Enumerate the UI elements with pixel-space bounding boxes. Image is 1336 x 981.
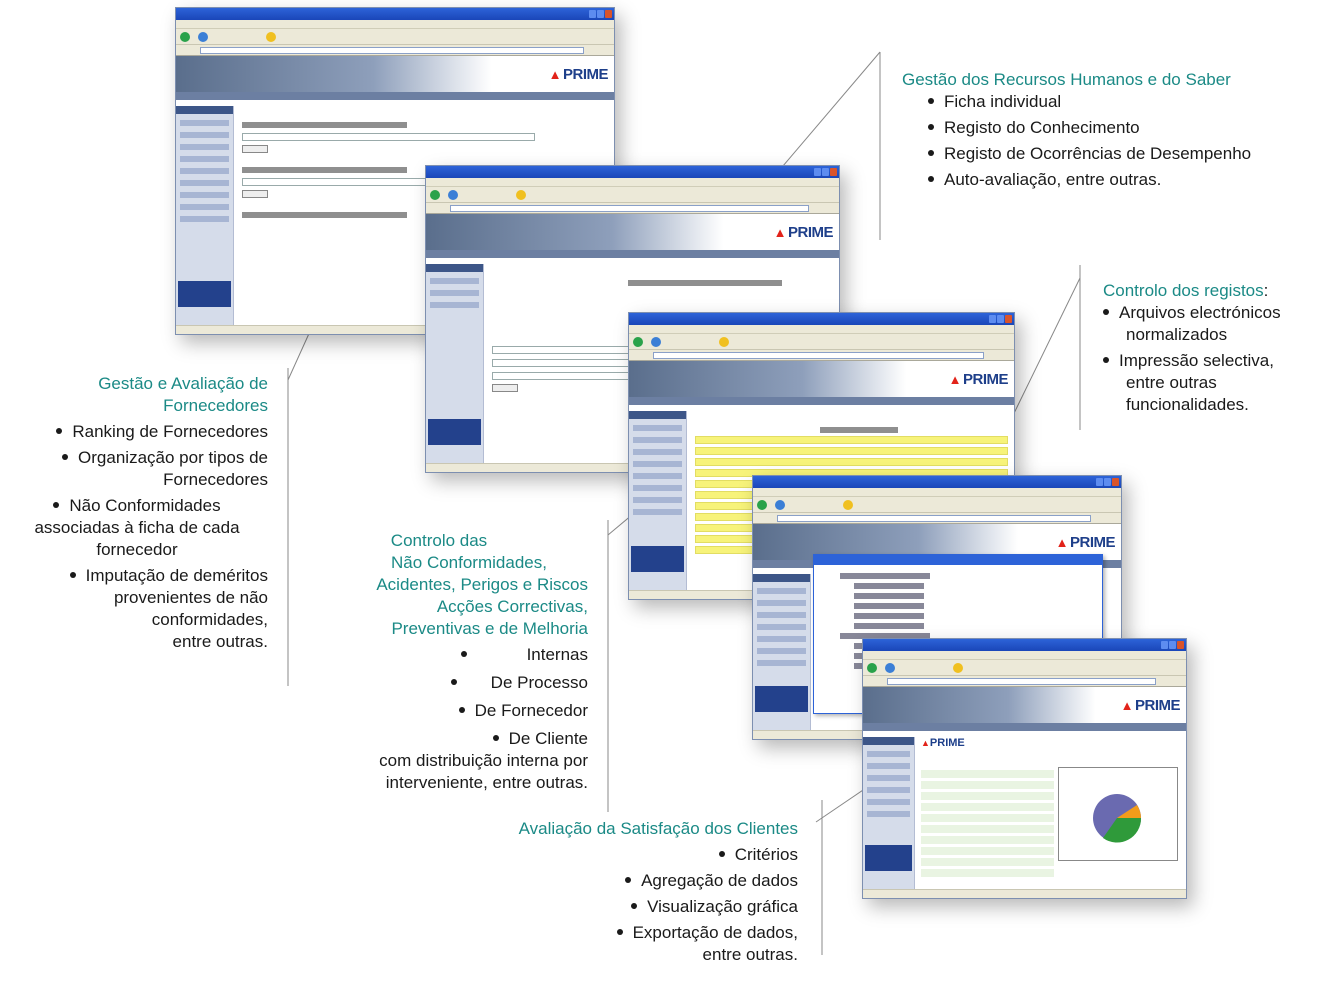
window-titlebar xyxy=(863,639,1186,651)
address-bar xyxy=(629,350,1014,361)
list-item: De Processo xyxy=(310,672,588,694)
screenshot-window-5: ▲ PRIME ▲PRIME xyxy=(862,638,1187,899)
status-bar xyxy=(863,889,1186,898)
annotation-nao-conformidades: Controlo das Não Conformidades, Acidente… xyxy=(310,530,588,794)
list-item: Registo do Conhecimento xyxy=(928,117,1251,139)
annotation-fornecedores: Gestão e Avaliação de Fornecedores Rankin… xyxy=(0,373,268,653)
list-item: Critérios xyxy=(420,844,798,866)
browser-toolbar xyxy=(863,660,1186,676)
annotation-title: Controlo dos registos: xyxy=(1103,281,1269,300)
list-item: De Fornecedor xyxy=(310,700,588,722)
prime-banner: ▲ PRIME xyxy=(863,687,1186,723)
window-titlebar xyxy=(426,166,839,178)
list-item: Auto-avaliação, entre outras. xyxy=(928,169,1251,191)
window-titlebar xyxy=(629,313,1014,325)
prime-logo: ▲ PRIME xyxy=(773,224,834,241)
annotation-title: Gestão dos Recursos Humanos e do Saber xyxy=(902,70,1231,89)
list-item: Registo de Ocorrências de Desempenho xyxy=(928,143,1251,165)
pie-chart xyxy=(1093,794,1142,843)
list-item: Internas xyxy=(310,644,588,666)
annotation-satisfacao-clientes: Avaliação da Satisfação dos Clientes Cri… xyxy=(420,818,798,966)
list-item: Visualização gráfica xyxy=(420,896,798,918)
app-sidebar xyxy=(753,574,811,730)
list-item: Arquivos electrónicos normalizados xyxy=(1103,302,1281,346)
list-item: Impressão selectiva, entre outras funciona… xyxy=(1103,350,1281,416)
menu-bar xyxy=(176,20,614,29)
list-item: Agregação de dados xyxy=(420,870,798,892)
annotation-footer: com distribuição interna por intervenient… xyxy=(379,751,588,792)
app-sidebar xyxy=(629,411,687,590)
list-item: Imputação de deméritos provenientes de nã… xyxy=(0,565,268,653)
report-table xyxy=(921,767,1054,877)
window-titlebar xyxy=(176,8,614,20)
prime-banner: ▲ PRIME xyxy=(629,361,1014,397)
annotation-recursos-humanos: Gestão dos Recursos Humanos e do Saber F… xyxy=(902,69,1251,191)
pie-chart-panel xyxy=(1058,767,1178,861)
list-item: Organização por tipos de Fornecedores xyxy=(0,447,268,491)
app-sidebar xyxy=(426,264,484,463)
menu-bar xyxy=(426,178,839,187)
menu-bar xyxy=(753,488,1121,497)
prime-banner: ▲ PRIME xyxy=(176,56,614,92)
prime-banner: ▲ PRIME xyxy=(426,214,839,250)
list-item: Exportação de dados, entre outras. xyxy=(420,922,798,966)
prime-logo: ▲ PRIME xyxy=(1055,534,1116,551)
annotation-title: Gestão e Avaliação de Fornecedores xyxy=(98,374,268,415)
window-titlebar xyxy=(753,476,1121,488)
annotation-title: Avaliação da Satisfação dos Clientes xyxy=(518,819,798,838)
browser-toolbar xyxy=(629,334,1014,350)
list-item: Ficha individual xyxy=(928,91,1251,113)
prime-logo: ▲ PRIME xyxy=(948,371,1009,388)
address-bar xyxy=(863,676,1186,687)
address-bar xyxy=(176,45,614,56)
prime-logo: ▲ PRIME xyxy=(548,66,609,83)
app-sidebar xyxy=(176,106,234,325)
address-bar xyxy=(426,203,839,214)
prime-logo: ▲ PRIME xyxy=(1120,697,1181,714)
report-logo: ▲PRIME xyxy=(921,737,965,749)
menu-bar xyxy=(629,325,1014,334)
annotation-title: Controlo das Não Conformidades, xyxy=(390,531,547,572)
address-bar xyxy=(753,513,1121,524)
list-item: De Cliente xyxy=(310,728,588,750)
annotation-controlo-registos: Controlo dos registos: Arquivos electrón… xyxy=(1103,280,1281,416)
menu-bar xyxy=(863,651,1186,660)
app-sidebar xyxy=(863,737,915,889)
list-item: Ranking de Fornecedores xyxy=(0,421,268,443)
browser-toolbar xyxy=(753,497,1121,513)
browser-toolbar xyxy=(176,29,614,45)
list-item: Não Conformidades associadas à ficha de c… xyxy=(34,496,240,559)
browser-toolbar xyxy=(426,187,839,203)
